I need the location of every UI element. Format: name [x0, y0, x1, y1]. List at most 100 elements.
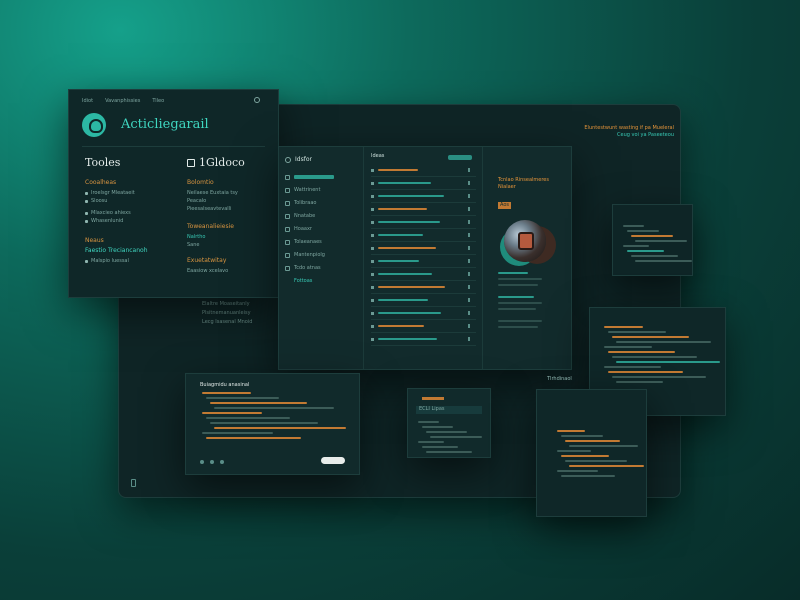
code-line	[214, 407, 335, 409]
code-line	[214, 427, 346, 429]
tools-left-column: Tooles Cooalheas Iroelsgr Mleataeit Sloo…	[85, 156, 148, 265]
bullet-icon	[371, 194, 374, 198]
section-heading: Toweanalieiesie	[187, 223, 234, 230]
list-item[interactable]	[371, 307, 476, 320]
code-line	[557, 430, 585, 432]
list-item-text	[378, 247, 436, 249]
bullet-icon	[371, 272, 374, 276]
list-item[interactable]	[371, 229, 476, 242]
sidebar-item[interactable]: Tcdo atnas	[285, 263, 357, 273]
sidebar-item-active[interactable]	[285, 172, 357, 182]
tool-item[interactable]: Neilaese Euxtaia tsy	[187, 189, 245, 197]
code-line	[202, 432, 274, 434]
code-line	[422, 446, 458, 448]
play-icon[interactable]	[210, 460, 214, 464]
code-panel-top-right	[612, 204, 693, 276]
search-field[interactable]	[448, 155, 472, 160]
floating-label-1: Elaltre Moaseitanly	[202, 301, 250, 307]
row-action-icon[interactable]	[468, 220, 470, 224]
row-action-icon[interactable]	[468, 233, 470, 237]
app-detail-panel: Tcnlao Rinsealmeres Nialaer Aos	[484, 147, 573, 369]
sidebar-item[interactable]: Tolaeanaes	[285, 237, 357, 247]
refresh-icon[interactable]	[200, 460, 204, 464]
code-line	[608, 331, 666, 333]
bullet-icon	[371, 220, 374, 224]
row-action-icon[interactable]	[468, 246, 470, 250]
row-action-icon[interactable]	[468, 324, 470, 328]
code-line	[616, 361, 721, 363]
app-list-panel: Ideas	[365, 147, 483, 369]
app-window: Idsfor Wattrinent Tolibraao Nnatabe Hoaa…	[278, 146, 572, 370]
tools-right-heading: 1Gldoco	[187, 156, 245, 169]
sidebar-item[interactable]: Hoaaxr	[285, 224, 357, 234]
tools-right-column: 1Gldoco Bolomtio Neilaese Euxtaia tsy Pe…	[187, 156, 245, 275]
section-heading: Exuetatwitay	[187, 257, 227, 264]
code-line	[627, 250, 664, 252]
list-item-text	[378, 273, 432, 275]
nav-link-1[interactable]: Idiot	[82, 98, 93, 105]
section-heading: Bolomtio	[187, 179, 214, 186]
tool-item[interactable]: Iroelsgr Mleataeit	[85, 189, 148, 197]
row-action-icon[interactable]	[468, 272, 470, 276]
file-icon	[285, 187, 290, 193]
list-item[interactable]	[371, 268, 476, 281]
row-action-icon[interactable]	[468, 194, 470, 198]
list-item[interactable]	[371, 216, 476, 229]
row-action-icon[interactable]	[468, 181, 470, 185]
list-item[interactable]	[371, 255, 476, 268]
sidebar-item[interactable]: Nnatabe	[285, 211, 357, 221]
tool-item[interactable]: Sloosu	[85, 197, 148, 205]
row-action-icon[interactable]	[468, 259, 470, 263]
list-item[interactable]	[371, 177, 476, 190]
run-button[interactable]	[321, 457, 345, 464]
bullet-icon	[371, 246, 374, 250]
code-line	[604, 326, 643, 328]
sidebar-item[interactable]: Fottoas	[285, 276, 357, 286]
sidebar-item[interactable]: Mantenpiolg	[285, 250, 357, 260]
list-item-text	[378, 195, 444, 197]
tool-item[interactable]: Sane	[187, 241, 245, 249]
tool-item[interactable]: Whasenlunid	[85, 217, 148, 225]
bullet-icon	[371, 324, 374, 328]
list-item[interactable]	[371, 164, 476, 177]
list-item[interactable]	[371, 242, 476, 255]
row-action-icon[interactable]	[468, 168, 470, 172]
list-item[interactable]	[371, 320, 476, 333]
code-line	[604, 366, 661, 368]
tool-item[interactable]: Eaasiow xcelavo	[187, 267, 245, 275]
tool-item[interactable]: Peacalo	[187, 197, 245, 205]
row-action-icon[interactable]	[468, 285, 470, 289]
dashboard-header-title: Eluntestwunt wasting if pa Mueleral	[584, 125, 674, 131]
sidebar-item[interactable]: Wattrinent	[285, 185, 357, 195]
tool-item[interactable]: Mlaxcieo ahiexs	[85, 209, 148, 217]
code-line	[612, 376, 707, 378]
file-icon	[285, 239, 290, 245]
tool-item[interactable]: Nalrtho	[187, 233, 245, 241]
row-action-icon[interactable]	[468, 337, 470, 341]
share-icon[interactable]	[220, 460, 224, 464]
nav-link-2[interactable]: Vavanphissies	[105, 98, 140, 105]
nav-link-3[interactable]: Tileo	[152, 98, 164, 105]
code-line	[557, 450, 592, 452]
list-item[interactable]	[371, 281, 476, 294]
tool-item[interactable]: Pieesalseavtevalli	[187, 205, 245, 213]
row-action-icon[interactable]	[468, 207, 470, 211]
search-icon[interactable]	[285, 156, 291, 163]
row-action-icon[interactable]	[468, 298, 470, 302]
code-line	[604, 346, 652, 348]
settings-icon[interactable]	[254, 97, 260, 103]
device-icon	[131, 479, 136, 487]
list-item[interactable]	[371, 190, 476, 203]
code-line	[561, 435, 603, 437]
list-item[interactable]	[371, 203, 476, 216]
list-item[interactable]	[371, 294, 476, 307]
tool-item[interactable]: Malspio luessal	[85, 257, 148, 265]
list-item-text	[378, 286, 445, 288]
row-action-icon[interactable]	[468, 311, 470, 315]
bullet-icon	[371, 298, 374, 302]
code-line	[635, 260, 693, 262]
sidebar-item[interactable]: Tolibraao	[285, 198, 357, 208]
list-item-text	[378, 299, 428, 301]
list-rows	[371, 164, 476, 346]
list-item[interactable]	[371, 333, 476, 346]
